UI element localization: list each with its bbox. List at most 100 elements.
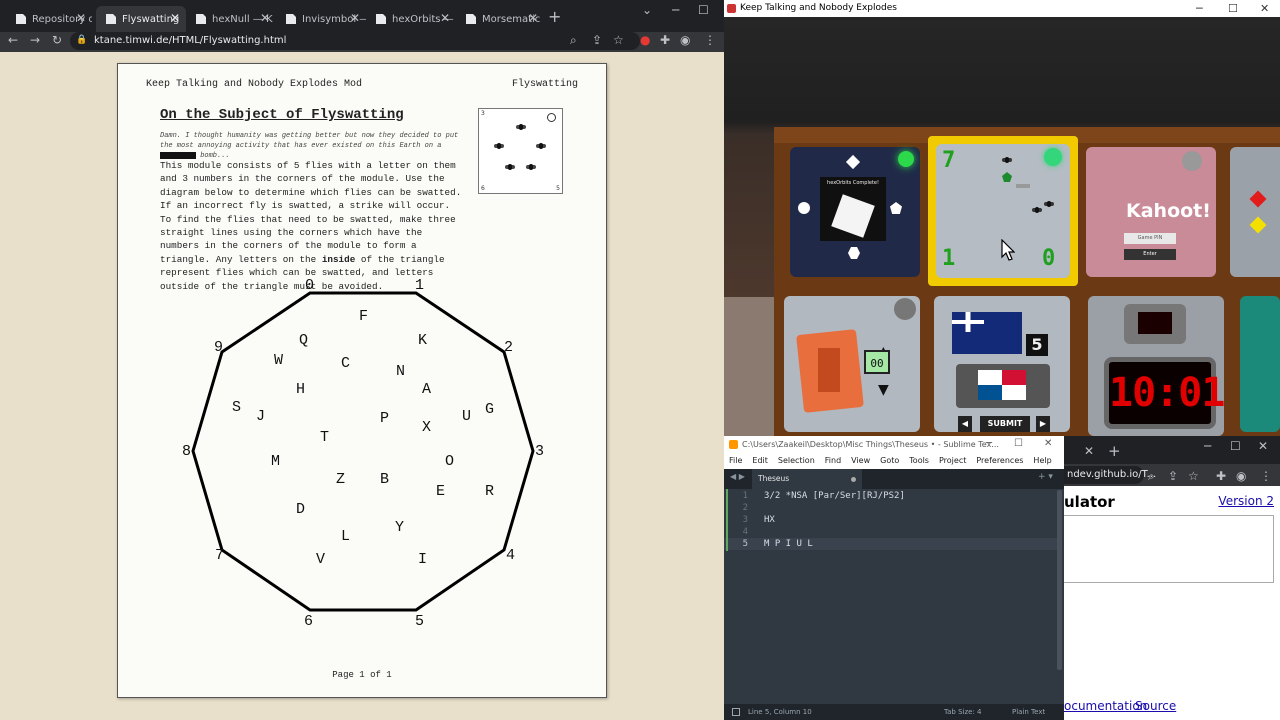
- status-light-icon: [1182, 151, 1202, 171]
- avatar[interactable]: ◉: [1236, 469, 1246, 483]
- close-icon[interactable]: ✕: [170, 11, 180, 25]
- source-link[interactable]: Source: [1135, 699, 1176, 713]
- fly-icon[interactable]: [1002, 157, 1012, 163]
- hexorbits-module[interactable]: hexOrbits Complete!: [790, 147, 920, 277]
- arrow-left-button[interactable]: ◀: [958, 416, 972, 432]
- tab-repository[interactable]: Repository of ✕: [6, 6, 92, 32]
- close-icon[interactable]: ✕: [350, 11, 360, 25]
- search-icon[interactable]: ⌕: [1148, 469, 1155, 484]
- new-tab-button[interactable]: +: [1108, 442, 1121, 460]
- search-icon[interactable]: ⌕: [570, 33, 577, 48]
- menu-file[interactable]: File: [729, 453, 742, 469]
- corner-number: 0: [305, 277, 314, 294]
- menu-icon[interactable]: ⋮: [1260, 469, 1272, 483]
- instructions-text: This module consists of 5 flies with a l…: [160, 159, 465, 293]
- code-line[interactable]: 3/2 *NSA [Par/Ser][RJ/PS2]: [764, 491, 905, 501]
- tab-hexnull[interactable]: hexNull — K ✕: [186, 6, 276, 32]
- code-line[interactable]: M P I U L: [764, 539, 813, 549]
- minimize-icon[interactable]: ─: [1204, 439, 1211, 453]
- submit-button[interactable]: SUBMIT: [980, 416, 1030, 432]
- address-bar[interactable]: ndev.github.io/T...: [1064, 466, 1156, 484]
- fly-icon[interactable]: [1044, 201, 1054, 207]
- menu-edit[interactable]: Edit: [752, 453, 768, 469]
- close-icon[interactable]: ✕: [1044, 438, 1052, 449]
- address-bar[interactable]: ktane.timwi.de/HTML/Flyswatting.html: [70, 32, 640, 50]
- union-jack: [952, 312, 984, 332]
- close-icon[interactable]: ✕: [76, 11, 86, 25]
- maximize-icon[interactable]: ☐: [1014, 438, 1023, 449]
- menu-preferences[interactable]: Preferences: [976, 453, 1023, 469]
- close-icon[interactable]: ✕: [1084, 444, 1094, 458]
- panel-toggle-icon[interactable]: [732, 708, 740, 716]
- corner-number: 1: [942, 246, 956, 271]
- syntax-mode[interactable]: Plain Text: [1012, 704, 1045, 720]
- tab-theseus[interactable]: Theseus: [752, 469, 862, 489]
- maximize-icon[interactable]: ☐: [698, 3, 709, 17]
- extensions-icon[interactable]: ✚: [660, 33, 670, 47]
- avatar[interactable]: ◉: [680, 33, 690, 47]
- tab-morsematics[interactable]: Morsematic ✕: [456, 6, 544, 32]
- fly-icon[interactable]: [1002, 172, 1012, 182]
- diagram-letter: M: [271, 453, 280, 470]
- input-textarea[interactable]: [1064, 515, 1274, 583]
- tab-flyswatting[interactable]: Flyswatting ✕: [96, 6, 186, 32]
- tab-size[interactable]: Tab Size: 4: [944, 704, 981, 720]
- teal-module[interactable]: [1240, 296, 1280, 432]
- menu-help[interactable]: Help: [1033, 453, 1051, 469]
- page-header-left: Keep Talking and Nobody Explodes Mod: [146, 79, 363, 90]
- thumb-number: 6: [481, 185, 485, 192]
- menu-view[interactable]: View: [851, 453, 870, 469]
- close-icon[interactable]: ✕: [528, 11, 538, 25]
- close-icon[interactable]: ✕: [1260, 2, 1269, 15]
- tab-nav-arrows-icon[interactable]: ◀ ▶: [730, 472, 745, 481]
- menu-goto[interactable]: Goto: [880, 453, 899, 469]
- kahoot-enter-button[interactable]: Enter: [1124, 249, 1176, 260]
- partial-module[interactable]: [1230, 147, 1280, 277]
- minimize-icon[interactable]: ─: [672, 3, 679, 17]
- fly-icon: [505, 164, 515, 170]
- lock-icon[interactable]: 🔒: [76, 35, 87, 45]
- kahoot-pin-field[interactable]: Game PIN: [1124, 233, 1176, 244]
- segment-module[interactable]: ▲ 00 ▼: [784, 296, 920, 432]
- code-line[interactable]: HX: [764, 515, 775, 525]
- close-icon[interactable]: ✕: [260, 11, 270, 25]
- menu-project[interactable]: Project: [939, 453, 966, 469]
- status-light-icon: [1044, 148, 1062, 166]
- scrollbar[interactable]: [1057, 490, 1062, 670]
- forward-icon[interactable]: →: [30, 33, 40, 47]
- maximize-icon[interactable]: ☐: [1230, 439, 1241, 453]
- bookmark-star-icon[interactable]: ☆: [613, 33, 624, 47]
- reload-icon[interactable]: ↻: [52, 33, 62, 47]
- new-tab-button[interactable]: +: [548, 7, 561, 26]
- version-link[interactable]: Version 2: [1218, 494, 1274, 508]
- tab-invisymbol[interactable]: Invisymbol — ✕: [276, 6, 366, 32]
- maximize-icon[interactable]: ☐: [1228, 2, 1238, 15]
- diagram-letter: W: [274, 352, 283, 369]
- arrow-right-button[interactable]: ▶: [1036, 416, 1050, 432]
- arrow-down-button[interactable]: ▼: [878, 382, 889, 398]
- share-icon[interactable]: ⇪: [592, 33, 602, 47]
- menu-selection[interactable]: Selection: [778, 453, 815, 469]
- close-window-icon[interactable]: ✕: [1258, 439, 1268, 453]
- fly-icon[interactable]: [1032, 207, 1042, 213]
- close-icon[interactable]: ✕: [440, 11, 450, 25]
- menu-icon[interactable]: ⋮: [704, 33, 716, 47]
- share-icon[interactable]: ⇪: [1168, 469, 1178, 483]
- game-title: Keep Talking and Nobody Explodes: [740, 3, 897, 13]
- redaction-bar: [160, 151, 196, 159]
- extensions-icon[interactable]: ✚: [1216, 469, 1226, 483]
- menu-tools[interactable]: Tools: [909, 453, 929, 469]
- ublock-icon[interactable]: ●: [640, 33, 650, 47]
- minimize-icon[interactable]: ─: [1196, 2, 1203, 15]
- sublime-window: C:\Users\Zaakeil\Desktop\Misc Things\The…: [724, 436, 1064, 720]
- tab-menu-icon[interactable]: + ▾: [1038, 472, 1053, 482]
- chevron-down-icon[interactable]: ⌄: [642, 3, 652, 17]
- minimize-icon[interactable]: ─: [986, 438, 992, 449]
- bookmark-star-icon[interactable]: ☆: [1188, 469, 1199, 483]
- fly-icon: [536, 143, 546, 149]
- back-icon[interactable]: ←: [8, 33, 18, 47]
- corner-number: 0: [1042, 246, 1056, 271]
- menu-find[interactable]: Find: [825, 453, 841, 469]
- flag-module[interactable]: 5: [934, 296, 1070, 432]
- tab-hexorbits[interactable]: hexOrbits — ✕: [366, 6, 456, 32]
